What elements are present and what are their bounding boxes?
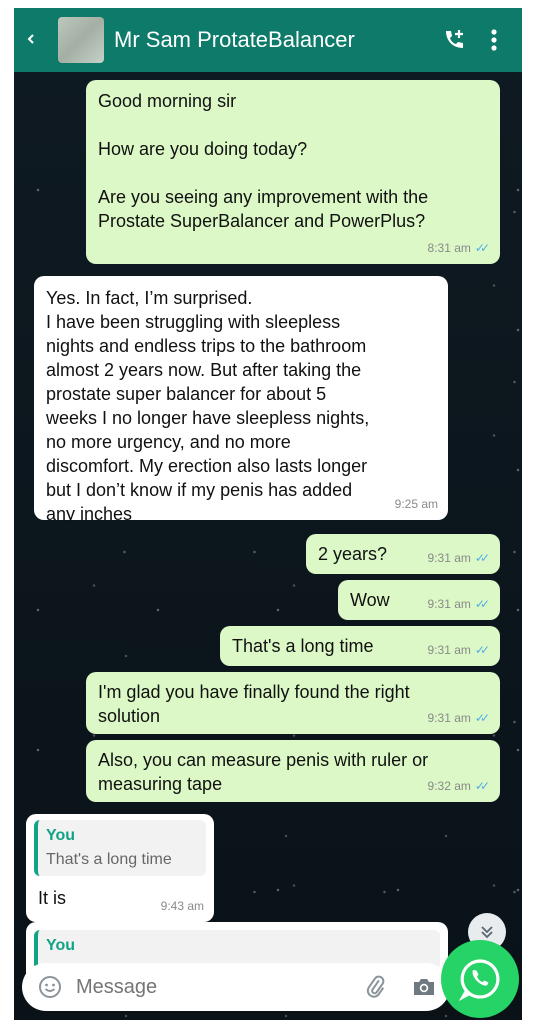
read-ticks-icon: ✓✓: [474, 711, 490, 725]
quoted-message[interactable]: You That's a long time: [34, 820, 206, 876]
message-time: 9:31 am: [427, 597, 471, 611]
back-icon[interactable]: [20, 32, 42, 48]
add-call-icon[interactable]: [434, 20, 474, 60]
message-time: 9:25 am: [394, 497, 438, 511]
message-bubble[interactable]: Good morning sir How are you doing today…: [86, 80, 500, 264]
message-bubble[interactable]: Wow 9:31 am ✓✓: [338, 580, 500, 620]
camera-icon[interactable]: [406, 969, 442, 1005]
read-ticks-icon: ✓✓: [474, 597, 490, 611]
message-meta: 8:31 am ✓✓: [427, 236, 491, 260]
message-bubble[interactable]: You That's a long time It is 9:43 am: [26, 814, 214, 922]
message-bubble[interactable]: I'm glad you have finally found the righ…: [86, 672, 500, 734]
message-meta: 9:25 am: [395, 492, 438, 516]
message-meta: 9:31 am ✓✓: [427, 592, 491, 616]
attach-icon[interactable]: [358, 969, 394, 1005]
quoted-author: You: [46, 827, 76, 844]
read-ticks-icon: ✓✓: [474, 551, 490, 565]
message-meta: 9:31 am ✓✓: [427, 546, 491, 570]
message-input-bar: [22, 963, 450, 1011]
message-meta: 9:31 am ✓✓: [427, 706, 491, 730]
message-time: 8:31 am: [427, 241, 471, 255]
message-bubble[interactable]: 2 years? 9:31 am ✓✓: [306, 534, 500, 574]
message-meta: 9:31 am ✓✓: [427, 638, 491, 662]
avatar[interactable]: [58, 17, 104, 63]
quoted-author: You: [46, 937, 76, 954]
chat-header: Mr Sam ProtateBalancer: [14, 8, 522, 72]
message-time: 9:31 am: [427, 643, 471, 657]
message-meta: 9:32 am ✓✓: [427, 774, 491, 798]
message-bubble[interactable]: Yes. In fact, I’m surprised. I have been…: [34, 276, 448, 524]
read-ticks-icon: ✓✓: [474, 779, 490, 793]
message-bubble[interactable]: Also, you can measure penis with ruler o…: [86, 740, 500, 802]
message-time: 9:32 am: [427, 779, 471, 793]
message-input[interactable]: [76, 975, 358, 999]
chat-screen: Mr Sam ProtateBalancer Good morning sir …: [14, 8, 522, 1020]
read-ticks-icon: ✓✓: [474, 241, 490, 255]
message-time: 9:31 am: [427, 551, 471, 565]
message-text: Yes. In fact, I’m surprised. I have been…: [46, 288, 370, 524]
read-ticks-icon: ✓✓: [474, 643, 490, 657]
more-vert-icon[interactable]: [474, 20, 514, 60]
message-bubble[interactable]: That's a long time 9:31 am ✓✓: [220, 626, 500, 666]
emoji-icon[interactable]: [34, 971, 66, 1003]
quoted-text: That's a long time: [46, 851, 172, 868]
whatsapp-icon[interactable]: [441, 940, 519, 1018]
message-text: Good morning sir How are you doing today…: [98, 91, 429, 231]
message-time: 9:31 am: [427, 711, 471, 725]
contact-name[interactable]: Mr Sam ProtateBalancer: [114, 27, 434, 53]
message-meta: 9:43 am: [161, 894, 204, 918]
message-time: 9:43 am: [160, 899, 204, 913]
